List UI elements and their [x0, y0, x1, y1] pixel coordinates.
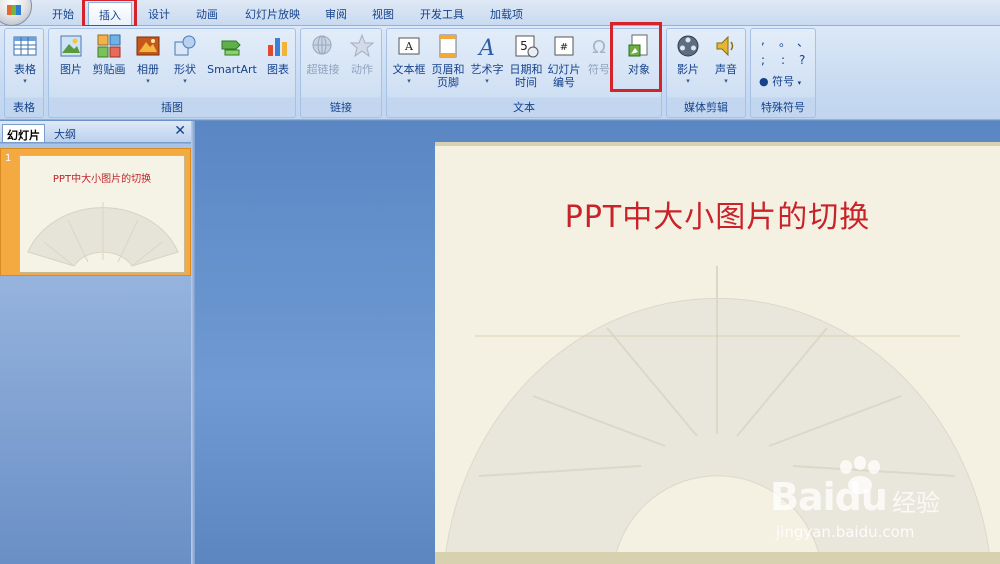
globe-link-icon: [312, 35, 332, 55]
chart-button[interactable]: 图表: [261, 31, 295, 97]
slide-number-icon: #: [554, 36, 574, 56]
tab-design[interactable]: 设计: [148, 6, 170, 22]
svg-text:#: #: [560, 42, 568, 53]
header-footer-icon: [439, 34, 457, 58]
album-button[interactable]: 相册 ▾: [131, 31, 165, 97]
bullet-icon: ●: [759, 75, 769, 88]
slide-number-button[interactable]: # 幻灯片 编号: [545, 31, 583, 97]
tab-home[interactable]: 开始: [52, 6, 74, 22]
object-button[interactable]: 对象: [619, 31, 659, 97]
picture-icon: [60, 35, 82, 57]
date-time-button[interactable]: 5 日期和 时间: [507, 31, 545, 97]
picture-button[interactable]: 图片: [53, 31, 89, 97]
group-label-illustrations: 插图: [161, 101, 183, 114]
group-label-special-symbols: 特殊符号: [761, 101, 805, 114]
tab-developer[interactable]: 开发工具: [420, 6, 464, 22]
slide-thumbnail-row[interactable]: 1 PPT中大小图片的切换: [0, 148, 191, 276]
group-illustrations: 图片 剪贴画 相册 ▾ 形状 ▾ SmartArt 图表 插图: [48, 28, 296, 118]
watermark-brand: Baidu: [770, 475, 888, 519]
tab-outline[interactable]: 大纲: [50, 124, 80, 142]
tab-view[interactable]: 视图: [372, 6, 394, 22]
thumbnail-list: 1 PPT中大小图片的切换: [0, 144, 191, 564]
symbol-period[interactable]: 。: [779, 33, 791, 50]
tab-slideshow[interactable]: 幻灯片放映: [245, 6, 300, 22]
film-reel-icon: [677, 35, 699, 57]
smartart-button[interactable]: SmartArt: [205, 31, 259, 97]
group-label-media: 媒体剪辑: [684, 101, 728, 114]
group-text: A 文本框 ▾ 页眉和 页脚 A 艺术字 ▾ 5 日期和 时间 # 幻灯片 编号…: [386, 28, 662, 118]
symbol-semicolon[interactable]: ;: [761, 53, 765, 67]
svg-text:A: A: [477, 36, 495, 59]
ribbon: 表格 ▾ 表格 图片 剪贴画 相册 ▾ 形状 ▾ SmartArt 图表 插图 …: [0, 22, 1000, 120]
watermark-url: jingyan.baidu.com: [776, 523, 915, 541]
tab-animation[interactable]: 动画: [196, 6, 218, 22]
office-logo-icon: [7, 5, 21, 15]
office-button[interactable]: [0, 0, 32, 26]
slides-panel: 幻灯片 大纲 ✕ 1 PPT中大小图片的切换: [0, 121, 191, 564]
group-table: 表格 ▾ 表格: [4, 28, 44, 118]
calendar-icon: 5: [515, 35, 539, 58]
symbol-comma[interactable]: ,: [761, 33, 765, 47]
shapes-icon: [174, 35, 196, 56]
slide-thumbnail[interactable]: PPT中大小图片的切换: [19, 155, 185, 273]
svg-text:5: 5: [520, 39, 528, 53]
shapes-button[interactable]: 形状 ▾: [167, 31, 203, 97]
hyperlink-button[interactable]: 超链接: [303, 31, 343, 97]
slide-number: 1: [5, 153, 12, 164]
svg-text:Ω: Ω: [592, 37, 606, 58]
svg-text:A: A: [404, 40, 414, 53]
symbol-colon[interactable]: :: [781, 53, 785, 67]
wordart-icon: A: [477, 36, 495, 59]
chart-icon: [268, 38, 287, 56]
group-special-symbols: , 。 、 ; : ? ● 符号 ▾ 特殊符号: [750, 28, 816, 118]
textbox-button[interactable]: A 文本框 ▾: [389, 31, 429, 97]
table-button[interactable]: 表格 ▾: [7, 31, 43, 97]
header-footer-button[interactable]: 页眉和 页脚: [429, 31, 467, 97]
smartart-icon: [221, 40, 241, 56]
special-symbol-button[interactable]: ● 符号 ▾: [759, 73, 801, 89]
watermark-cn: 经验: [892, 489, 940, 517]
tab-slides[interactable]: 幻灯片: [2, 124, 45, 142]
omega-icon: Ω: [592, 37, 606, 58]
action-star-icon: [349, 33, 375, 58]
action-button[interactable]: 动作: [343, 31, 381, 97]
speaker-icon: [716, 35, 734, 57]
clipart-icon: [97, 34, 121, 58]
group-media: 影片 ▾ 声音 ▾ 媒体剪辑: [666, 28, 746, 118]
sound-button[interactable]: 声音 ▾: [707, 31, 745, 97]
symbol-button[interactable]: Ω 符号: [583, 31, 615, 97]
textbox-icon: A: [398, 37, 420, 55]
group-links: 超链接 动作 链接: [300, 28, 382, 118]
panel-close-icon[interactable]: ✕: [174, 123, 186, 139]
group-label-links: 链接: [330, 101, 352, 114]
group-label-text: 文本: [513, 101, 535, 114]
ribbon-tab-bar: 开始 插入 设计 动画 幻灯片放映 审阅 视图 开发工具 加载项: [0, 0, 1000, 27]
album-icon: [136, 36, 160, 56]
table-icon: [13, 36, 37, 56]
tab-addins[interactable]: 加载项: [490, 6, 523, 22]
clipart-button[interactable]: 剪贴画: [91, 31, 127, 97]
object-icon: [628, 34, 648, 57]
group-label-table: 表格: [13, 101, 35, 114]
thumbnail-fan-image: [27, 202, 179, 267]
slide-title[interactable]: PPT中大小图片的切换: [435, 192, 1000, 236]
tab-review[interactable]: 审阅: [325, 6, 347, 22]
baidu-watermark: Baidu 经验 jingyan.baidu.com: [770, 455, 1000, 564]
movie-button[interactable]: 影片 ▾: [669, 31, 707, 97]
tab-insert[interactable]: 插入: [88, 2, 132, 27]
wordart-button[interactable]: A 艺术字 ▾: [467, 31, 507, 97]
panel-tabs: 幻灯片 大纲 ✕: [0, 121, 191, 143]
symbol-enum-comma[interactable]: 、: [797, 33, 809, 50]
symbol-question[interactable]: ?: [799, 53, 805, 67]
